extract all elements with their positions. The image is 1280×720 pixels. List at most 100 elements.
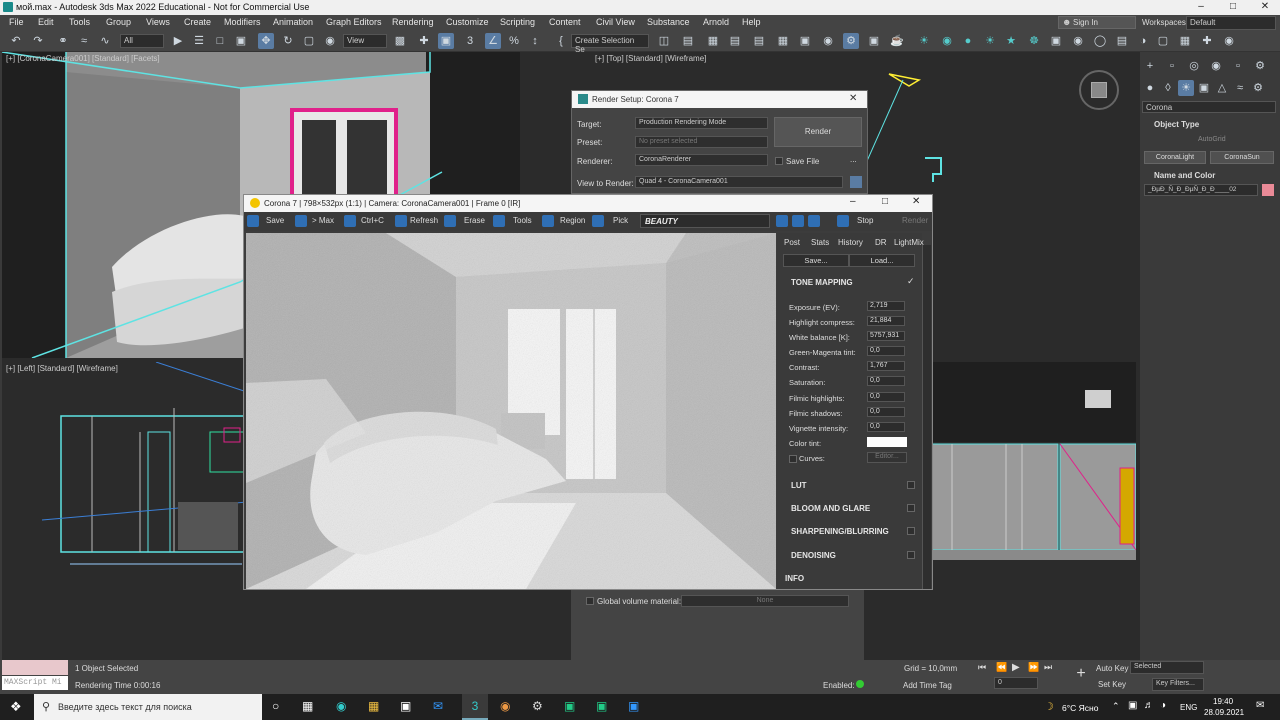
- pick-icon[interactable]: [592, 215, 604, 227]
- named-selection-dropdown[interactable]: Create Selection Se: [571, 34, 649, 54]
- sign-in-button[interactable]: ☻ Sign In: [1058, 16, 1136, 29]
- menu-tools[interactable]: Tools: [69, 17, 90, 27]
- corona-camera-icon[interactable]: ◉: [939, 33, 955, 49]
- tab-post[interactable]: Post: [784, 238, 800, 247]
- corona-sun-button[interactable]: CoronaSun: [1210, 151, 1274, 164]
- select-by-name-icon[interactable]: ☰: [191, 33, 207, 49]
- maximize-viewport-icon[interactable]: ✚: [1199, 33, 1215, 49]
- mirror-icon[interactable]: ◫: [656, 33, 672, 49]
- global-volume-button[interactable]: None: [681, 595, 849, 607]
- bloom-glare-checkbox[interactable]: [907, 504, 915, 512]
- curves-checkbox[interactable]: [789, 455, 797, 463]
- tab-stats[interactable]: Stats: [811, 238, 829, 247]
- select-object-icon[interactable]: ▶: [170, 33, 186, 49]
- vfb-region-button[interactable]: Region: [560, 216, 585, 225]
- render-setup-icon[interactable]: ⚙: [843, 33, 859, 49]
- tab-history[interactable]: History: [838, 238, 863, 247]
- menu-rendering[interactable]: Rendering: [392, 17, 434, 27]
- tools-icon[interactable]: [493, 215, 505, 227]
- camera-viewport-label[interactable]: [+] [CoronaCamera001] [Standard] [Facets…: [6, 54, 160, 63]
- vfb-close-icon[interactable]: ✕: [912, 196, 920, 207]
- shapes-icon[interactable]: ◊: [1160, 80, 1176, 96]
- frame-spinner[interactable]: 0: [994, 677, 1038, 689]
- vfb-scrollbar[interactable]: [922, 245, 931, 589]
- viewport-layout-icon[interactable]: ▢: [1155, 33, 1171, 49]
- windows-start-icon[interactable]: ❖: [10, 699, 22, 715]
- app-icon-green-1[interactable]: ▣: [564, 699, 575, 713]
- menu-content[interactable]: Content: [549, 17, 581, 27]
- save-icon[interactable]: [247, 215, 259, 227]
- refresh-icon[interactable]: [395, 215, 407, 227]
- stop-icon[interactable]: [837, 215, 849, 227]
- zoom-fit-icon[interactable]: [808, 215, 820, 227]
- clock-time[interactable]: 19:40: [1213, 697, 1233, 706]
- viewcube-face[interactable]: [1091, 82, 1107, 98]
- tone-mapping-checkbox[interactable]: ✓: [907, 276, 915, 287]
- corona-converter-icon[interactable]: ◉: [1070, 33, 1086, 49]
- viewcube[interactable]: [1079, 70, 1119, 110]
- set-key-big-icon[interactable]: +: [1070, 665, 1092, 687]
- erase-icon[interactable]: [444, 215, 456, 227]
- speaker-icon[interactable]: ♬: [1144, 700, 1154, 711]
- reference-coord-dropdown[interactable]: View: [343, 34, 387, 48]
- chrome-icon[interactable]: ◉: [500, 699, 510, 713]
- bloom-glare-header[interactable]: BLOOM AND GLARE: [791, 504, 870, 513]
- menu-edit[interactable]: Edit: [38, 17, 54, 27]
- object-name-field[interactable]: _ÐµÐ_Ñ_Ð_ÐµÑ_Ð_Ð____02: [1144, 184, 1258, 196]
- taskbar-search[interactable]: ⚲ Введите здесь текст для поиска: [34, 694, 262, 720]
- lights-icon[interactable]: ☀: [1178, 80, 1194, 96]
- key-filters-button[interactable]: Key Filters...: [1152, 678, 1204, 691]
- menu-create[interactable]: Create: [184, 17, 211, 27]
- render-element-dropdown[interactable]: BEAUTY: [640, 214, 770, 228]
- lut-header[interactable]: LUT: [791, 481, 807, 490]
- corona-decal-icon[interactable]: ▣: [1048, 33, 1064, 49]
- region-icon[interactable]: [542, 215, 554, 227]
- save-file-checkbox[interactable]: [775, 157, 783, 165]
- lock-view-icon[interactable]: [850, 176, 862, 188]
- spacewarps-icon[interactable]: ≈: [1232, 80, 1248, 96]
- 3dsmax-taskbar-icon[interactable]: 3: [462, 694, 488, 720]
- app-icon-green-2[interactable]: ▣: [596, 699, 607, 713]
- edit-named-selection-icon[interactable]: {: [553, 33, 569, 49]
- menu-customize[interactable]: Customize: [446, 17, 489, 27]
- filmic-highlights-spinner[interactable]: 0,0: [867, 392, 905, 402]
- snaps-toggle-icon[interactable]: 3: [462, 33, 478, 49]
- rendered-frame-window-icon[interactable]: ▣: [866, 33, 882, 49]
- object-color-swatch[interactable]: [1262, 184, 1274, 196]
- left-viewport-label[interactable]: [+] [Left] [Standard] [Wireframe]: [6, 364, 118, 373]
- menu-substance[interactable]: Substance: [647, 17, 690, 27]
- quad-layout-icon[interactable]: ▦: [1177, 33, 1193, 49]
- corona-ir-icon[interactable]: ▤: [1114, 33, 1130, 49]
- systems-icon[interactable]: ⚙: [1250, 80, 1266, 96]
- scale-icon[interactable]: ▢: [301, 33, 317, 49]
- next-frame-icon[interactable]: ⏩: [1028, 662, 1039, 673]
- rect-selection-icon[interactable]: □: [212, 33, 228, 49]
- tab-dr[interactable]: DR: [875, 238, 887, 247]
- selection-filter-dropdown[interactable]: All: [120, 34, 164, 48]
- network-icon[interactable]: ▣: [1128, 700, 1137, 711]
- task-view-icon[interactable]: ▦: [302, 699, 313, 713]
- vfb-stop-button[interactable]: Stop: [857, 216, 873, 225]
- corona-sun-icon[interactable]: ☀: [982, 33, 998, 49]
- percent-snap-icon[interactable]: %: [506, 33, 522, 49]
- corona-proxy-icon[interactable]: ★: [1003, 33, 1019, 49]
- align-icon[interactable]: ▤: [680, 33, 696, 49]
- to-max-icon[interactable]: [295, 215, 307, 227]
- cameras-icon[interactable]: ▣: [1196, 80, 1212, 96]
- close-icon[interactable]: ✕: [1250, 1, 1280, 12]
- corona-material-library-icon[interactable]: ◑: [1135, 33, 1151, 49]
- green-magenta-tint-spinner[interactable]: 0,0: [867, 346, 905, 356]
- scene-explorer-icon[interactable]: ▤: [751, 33, 767, 49]
- vfb-refresh-button[interactable]: Refresh: [410, 216, 438, 225]
- bind-space-warp-icon[interactable]: ∿: [97, 33, 113, 49]
- vfb-pick-button[interactable]: Pick: [613, 216, 628, 225]
- link-icon[interactable]: ⚭: [55, 33, 71, 49]
- helpers-icon[interactable]: △: [1214, 80, 1230, 96]
- maximize-icon[interactable]: □: [1218, 1, 1248, 12]
- menu-scripting[interactable]: Scripting: [500, 17, 535, 27]
- object-type-rollout[interactable]: Object Type: [1154, 120, 1199, 129]
- light-type-dropdown[interactable]: Corona: [1142, 101, 1276, 113]
- display-tab-icon[interactable]: ▫: [1230, 58, 1246, 74]
- vfb-render-button[interactable]: Render: [902, 216, 928, 225]
- store-icon[interactable]: ▣: [400, 699, 411, 713]
